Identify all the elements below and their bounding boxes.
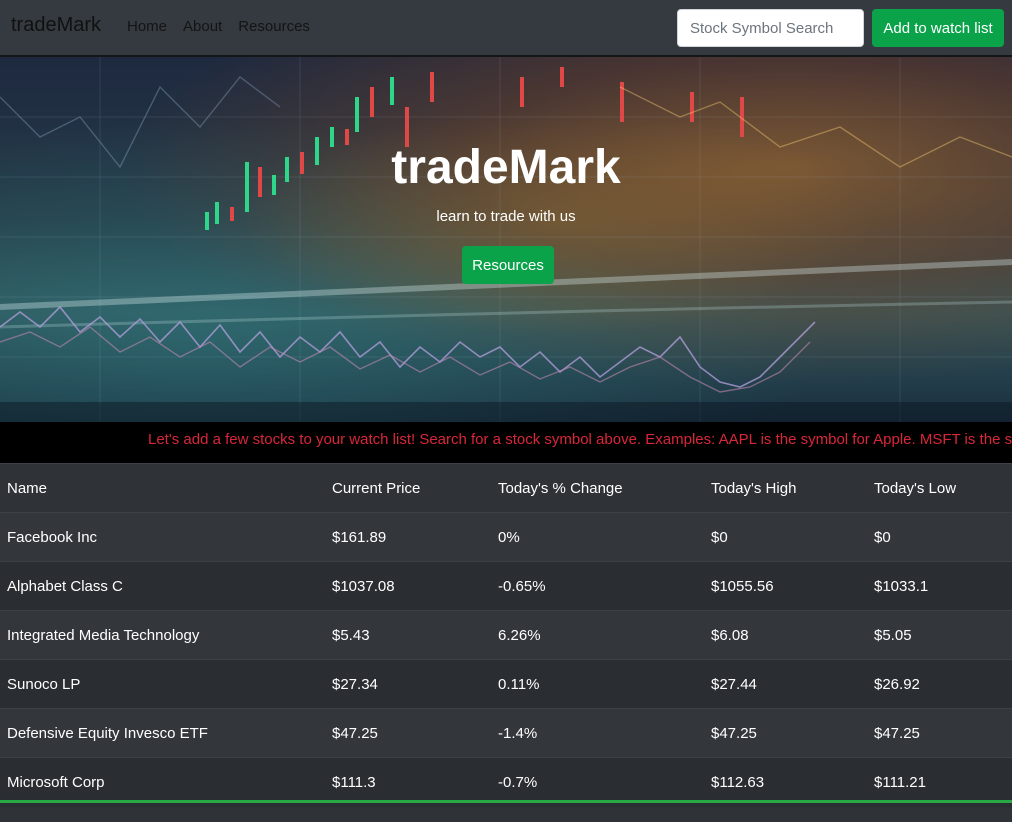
nav-link-resources[interactable]: Resources	[238, 18, 310, 35]
cell-current-price: $161.89	[325, 512, 491, 562]
table-row: Sunoco LP $27.34 0.11% $27.44 $26.92	[0, 659, 1012, 709]
cell-current-price: $1037.08	[325, 561, 491, 611]
cell-name: Integrated Media Technology	[0, 610, 325, 660]
table-row: Facebook Inc $161.89 0% $0 $0	[0, 512, 1012, 562]
column-header-current-price: Current Price	[325, 463, 491, 513]
stock-chart-background-image	[0, 57, 1012, 422]
cell-todays-low: $5.05	[867, 610, 1012, 660]
cell-todays-low: $47.25	[867, 708, 1012, 758]
table-row: Defensive Equity Invesco ETF $47.25 -1.4…	[0, 708, 1012, 758]
cell-name: Defensive Equity Invesco ETF	[0, 708, 325, 758]
cell-percent-change: 6.26%	[491, 610, 704, 660]
nav-link-about[interactable]: About	[183, 18, 222, 35]
table-bottom-border	[0, 800, 1012, 803]
cell-todays-low: $1033.1	[867, 561, 1012, 611]
cell-todays-high: $6.08	[704, 610, 867, 660]
hero-banner: tradeMark learn to trade with us Resourc…	[0, 57, 1012, 422]
cell-todays-high: $27.44	[704, 659, 867, 709]
cell-todays-high: $47.25	[704, 708, 867, 758]
ticker-text: Let's add a few stocks to your watch lis…	[148, 431, 1012, 448]
cell-todays-low: $0	[867, 512, 1012, 562]
table-header-row: Name Current Price Today's % Change Toda…	[0, 463, 1012, 513]
column-header-percent-change: Today's % Change	[491, 463, 704, 513]
table-row: Alphabet Class C $1037.08 -0.65% $1055.5…	[0, 561, 1012, 611]
add-to-watch-list-button[interactable]: Add to watch list	[872, 9, 1004, 47]
column-header-name: Name	[0, 463, 325, 513]
cell-name: Alphabet Class C	[0, 561, 325, 611]
cell-current-price: $47.25	[325, 708, 491, 758]
column-header-todays-high: Today's High	[704, 463, 867, 513]
cell-todays-high: $1055.56	[704, 561, 867, 611]
nav-links: Home About Resources	[127, 18, 326, 35]
hero-title: tradeMark	[391, 141, 621, 194]
column-header-todays-low: Today's Low	[867, 463, 1012, 513]
cell-percent-change: -1.4%	[491, 708, 704, 758]
watch-list-table: Name Current Price Today's % Change Toda…	[0, 463, 1012, 807]
nav-link-home[interactable]: Home	[127, 18, 167, 35]
brand-logo[interactable]: tradeMark	[11, 14, 101, 37]
hero-subtitle: learn to trade with us	[436, 208, 576, 225]
cell-name: Facebook Inc	[0, 512, 325, 562]
table-row: Integrated Media Technology $5.43 6.26% …	[0, 610, 1012, 660]
cell-percent-change: -0.65%	[491, 561, 704, 611]
navbar: tradeMark Home About Resources Add to wa…	[0, 0, 1012, 57]
resources-button[interactable]: Resources	[462, 246, 554, 284]
stock-symbol-search-input[interactable]	[677, 9, 864, 47]
cell-current-price: $5.43	[325, 610, 491, 660]
cell-todays-low: $26.92	[867, 659, 1012, 709]
cell-percent-change: 0%	[491, 512, 704, 562]
cell-current-price: $27.34	[325, 659, 491, 709]
cell-todays-high: $0	[704, 512, 867, 562]
cell-name: Sunoco LP	[0, 659, 325, 709]
cell-percent-change: 0.11%	[491, 659, 704, 709]
marquee-ticker: Let's add a few stocks to your watch lis…	[0, 422, 1012, 463]
